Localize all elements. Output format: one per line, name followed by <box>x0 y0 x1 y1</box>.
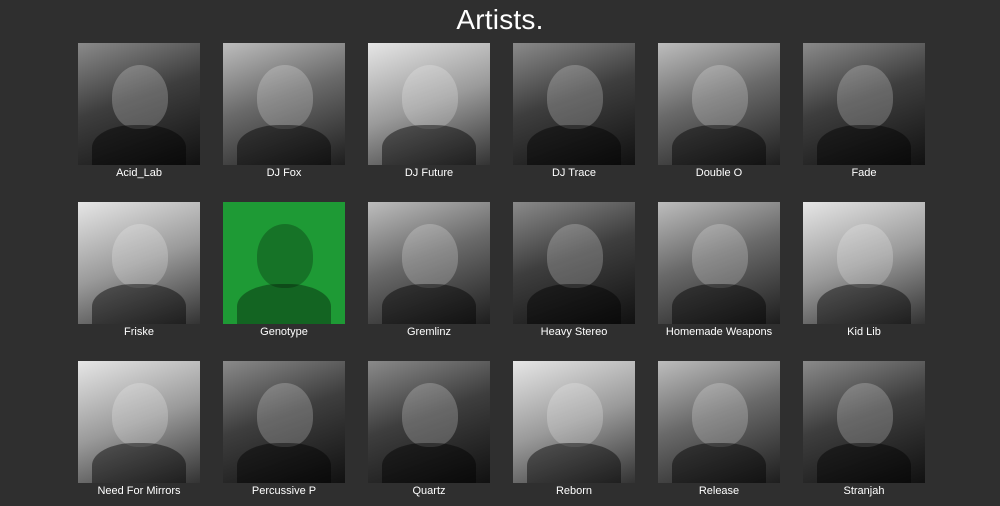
artist-name[interactable]: Need For Mirrors <box>78 485 200 498</box>
artist-photo[interactable] <box>658 361 780 483</box>
artist-card[interactable]: DJ Trace <box>513 43 635 180</box>
artist-name[interactable]: Double O <box>658 167 780 180</box>
artist-name[interactable]: DJ Trace <box>513 167 635 180</box>
artist-card[interactable]: Gremlinz <box>368 202 490 339</box>
artist-name[interactable]: Gremlinz <box>368 326 490 339</box>
artist-photo[interactable] <box>803 361 925 483</box>
artist-name[interactable]: Homemade Weapons <box>658 326 780 339</box>
artist-name[interactable]: Friske <box>78 326 200 339</box>
artist-name[interactable]: Percussive P <box>223 485 345 498</box>
artist-photo[interactable] <box>658 202 780 324</box>
artist-photo[interactable] <box>803 202 925 324</box>
artist-card[interactable]: Reborn <box>513 361 635 498</box>
artist-name[interactable]: Acid_Lab <box>78 167 200 180</box>
artist-photo[interactable] <box>368 202 490 324</box>
artist-name[interactable]: DJ Fox <box>223 167 345 180</box>
artist-photo[interactable] <box>513 43 635 165</box>
artist-card[interactable]: Percussive P <box>223 361 345 498</box>
artist-photo[interactable] <box>513 202 635 324</box>
artist-name[interactable]: Heavy Stereo <box>513 326 635 339</box>
artist-photo[interactable] <box>368 43 490 165</box>
artist-photo[interactable] <box>223 361 345 483</box>
artist-card[interactable]: Acid_Lab <box>78 43 200 180</box>
artist-card[interactable]: Friske <box>78 202 200 339</box>
artist-name[interactable]: Quartz <box>368 485 490 498</box>
artist-grid: Acid_Lab DJ Fox DJ Future DJ Trace Doubl… <box>78 43 925 498</box>
artist-name[interactable]: DJ Future <box>368 167 490 180</box>
artist-photo[interactable] <box>78 361 200 483</box>
artist-photo[interactable] <box>78 202 200 324</box>
artist-photo[interactable] <box>78 43 200 165</box>
artist-card[interactable]: Stranjah <box>803 361 925 498</box>
artist-card[interactable]: DJ Fox <box>223 43 345 180</box>
artist-name[interactable]: Kid Lib <box>803 326 925 339</box>
artist-card[interactable]: Fade <box>803 43 925 180</box>
artist-name[interactable]: Stranjah <box>803 485 925 498</box>
artist-photo[interactable] <box>513 361 635 483</box>
artist-photo-highlighted[interactable] <box>223 202 345 324</box>
artist-card[interactable]: Homemade Weapons <box>658 202 780 339</box>
artist-photo[interactable] <box>803 43 925 165</box>
artist-card[interactable]: Kid Lib <box>803 202 925 339</box>
artist-name[interactable]: Fade <box>803 167 925 180</box>
artist-card[interactable]: DJ Future <box>368 43 490 180</box>
page-title: Artists. <box>456 4 544 35</box>
artist-name[interactable]: Genotype <box>223 326 345 339</box>
artist-card[interactable]: Double O <box>658 43 780 180</box>
artist-card[interactable]: Quartz <box>368 361 490 498</box>
artist-name[interactable]: Release <box>658 485 780 498</box>
artist-card[interactable]: Release <box>658 361 780 498</box>
artist-card[interactable]: Heavy Stereo <box>513 202 635 339</box>
artist-photo[interactable] <box>658 43 780 165</box>
artist-name[interactable]: Reborn <box>513 485 635 498</box>
artist-card[interactable]: Need For Mirrors <box>78 361 200 498</box>
artist-card[interactable]: Genotype <box>223 202 345 339</box>
artist-photo[interactable] <box>223 43 345 165</box>
artist-photo[interactable] <box>368 361 490 483</box>
